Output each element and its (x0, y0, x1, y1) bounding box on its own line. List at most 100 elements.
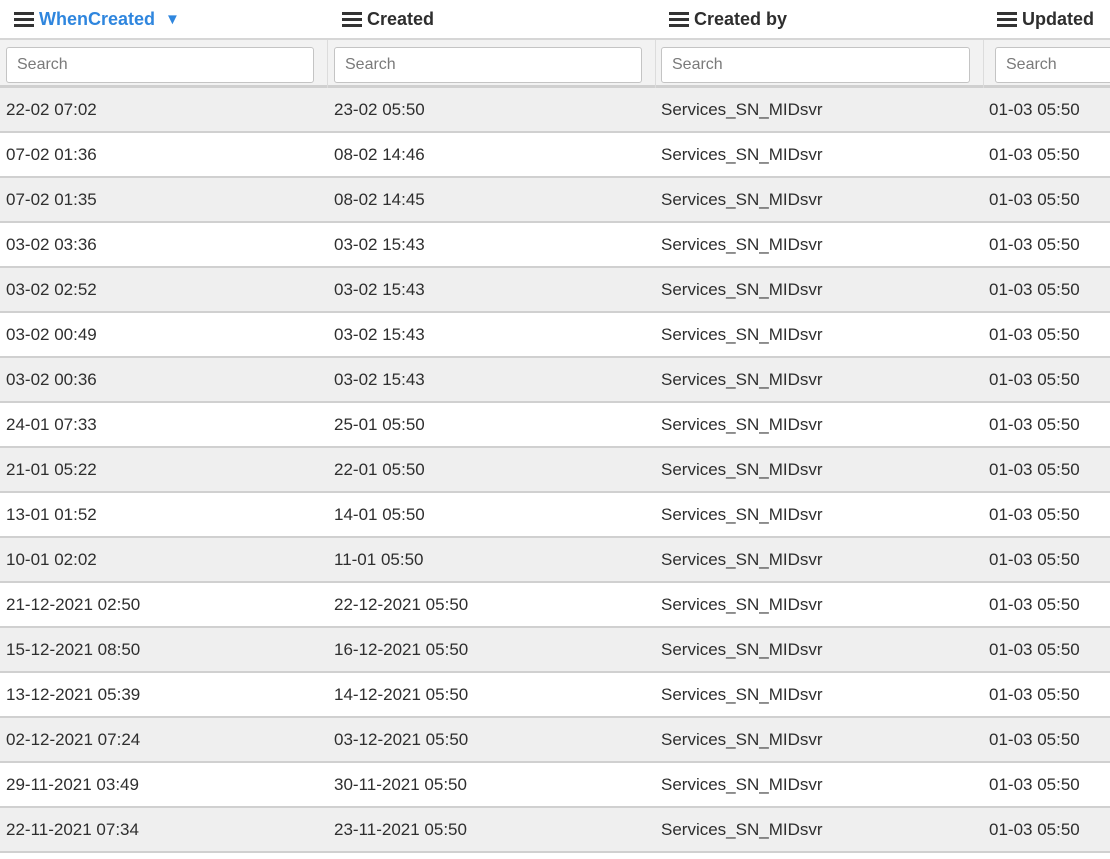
cell-whencreated: 03-02 02:52 (6, 280, 97, 299)
cell-updated: 01-03 05:50 (989, 640, 1080, 659)
cell-created: 14-01 05:50 (334, 505, 425, 524)
cell-updated: 01-03 05:50 (989, 730, 1080, 749)
table-row[interactable]: 07-02 01:35 08-02 14:45 Services_SN_MIDsvr… (0, 178, 1110, 223)
cell-created-by: Services_SN_MIDsvr (661, 685, 823, 704)
column-header-updated[interactable]: Updated (997, 0, 1094, 38)
cell-created-by: Services_SN_MIDsvr (661, 100, 823, 119)
table-row[interactable]: 22-11-2021 07:34 23-11-2021 05:50 Services… (0, 808, 1110, 853)
cell-created-by: Services_SN_MIDsvr (661, 550, 823, 569)
filter-cell-created (328, 40, 656, 88)
table-row[interactable]: 03-02 00:49 03-02 15:43 Services_SN_MIDsvr… (0, 313, 1110, 358)
records-table: WhenCreated ▼ Created Created by Updated (0, 0, 1110, 859)
cell-created-by: Services_SN_MIDsvr (661, 190, 823, 209)
column-menu-icon[interactable] (342, 11, 362, 27)
table-row[interactable]: 02-12-2021 07:24 03-12-2021 05:50 Services… (0, 718, 1110, 763)
column-menu-icon[interactable] (997, 11, 1017, 27)
cell-created: 03-02 15:43 (334, 370, 425, 389)
cell-created-by: Services_SN_MIDsvr (661, 505, 823, 524)
cell-created: 22-01 05:50 (334, 460, 425, 479)
cell-updated: 01-03 05:50 (989, 235, 1080, 254)
column-header-created[interactable]: Created (342, 0, 434, 38)
cell-created-by: Services_SN_MIDsvr (661, 775, 823, 794)
cell-updated: 01-03 05:50 (989, 595, 1080, 614)
table-row[interactable]: 10-01 02:02 11-01 05:50 Services_SN_MIDsvr… (0, 538, 1110, 583)
cell-whencreated: 21-12-2021 02:50 (6, 595, 141, 614)
search-input-created-by[interactable] (661, 47, 970, 83)
cell-updated: 01-03 05:50 (989, 415, 1080, 434)
cell-whencreated: 10-01 02:02 (6, 550, 97, 569)
cell-updated: 01-03 05:50 (989, 190, 1080, 209)
cell-whencreated: 07-02 01:35 (6, 190, 97, 209)
column-header-label: Updated (1022, 8, 1094, 29)
cell-updated: 01-03 05:50 (989, 370, 1080, 389)
cell-updated: 01-03 05:50 (989, 775, 1080, 794)
cell-created-by: Services_SN_MIDsvr (661, 460, 823, 479)
cell-updated: 01-03 05:50 (989, 325, 1080, 344)
table-row[interactable]: 22-02 07:02 23-02 05:50 Services_SN_MIDsvr… (0, 88, 1110, 133)
cell-created-by: Services_SN_MIDsvr (661, 145, 823, 164)
cell-created: 23-11-2021 05:50 (334, 820, 467, 839)
cell-updated: 01-03 05:50 (989, 685, 1080, 704)
cell-whencreated: 22-02 07:02 (6, 100, 97, 119)
cell-created: 03-02 15:43 (334, 325, 425, 344)
filter-cell-whencreated (0, 40, 328, 88)
cell-created: 30-11-2021 05:50 (334, 775, 467, 794)
table-row[interactable]: 21-01 05:22 22-01 05:50 Services_SN_MIDsvr… (0, 448, 1110, 493)
cell-created: 14-12-2021 05:50 (334, 685, 469, 704)
table-row[interactable]: 03-02 03:36 03-02 15:43 Services_SN_MIDsvr… (0, 223, 1110, 268)
cell-whencreated: 15-12-2021 08:50 (6, 640, 141, 659)
cell-created-by: Services_SN_MIDsvr (661, 730, 823, 749)
table-row[interactable]: 13-01 01:52 14-01 05:50 Services_SN_MIDsvr… (0, 493, 1110, 538)
cell-created: 11-01 05:50 (334, 550, 424, 569)
column-menu-icon[interactable] (669, 11, 689, 27)
cell-updated: 01-03 05:50 (989, 145, 1080, 164)
cell-created-by: Services_SN_MIDsvr (661, 415, 823, 434)
table-row[interactable]: 13-12-2021 05:39 14-12-2021 05:50 Services… (0, 673, 1110, 718)
column-header-whencreated[interactable]: WhenCreated ▼ (14, 0, 180, 38)
cell-created-by: Services_SN_MIDsvr (661, 325, 823, 344)
table-row[interactable]: 15-12-2021 08:50 16-12-2021 05:50 Services… (0, 628, 1110, 673)
cell-created: 25-01 05:50 (334, 415, 425, 434)
cell-created: 23-02 05:50 (334, 100, 425, 119)
cell-whencreated: 03-02 03:36 (6, 235, 97, 254)
cell-whencreated: 24-01 07:33 (6, 415, 97, 434)
filter-cell-created-by (656, 40, 984, 88)
search-input-whencreated[interactable] (6, 47, 314, 83)
table-row[interactable]: 07-02 01:36 08-02 14:46 Services_SN_MIDsvr… (0, 133, 1110, 178)
column-header-created-by[interactable]: Created by (669, 0, 787, 38)
cell-created: 08-02 14:45 (334, 190, 425, 209)
cell-created-by: Services_SN_MIDsvr (661, 640, 823, 659)
cell-whencreated: 07-02 01:36 (6, 145, 97, 164)
cell-whencreated: 22-11-2021 07:34 (6, 820, 139, 839)
table-row[interactable]: 29-11-2021 03:49 30-11-2021 05:50 Services… (0, 763, 1110, 808)
cell-updated: 01-03 05:50 (989, 460, 1080, 479)
cell-whencreated: 29-11-2021 03:49 (6, 775, 139, 794)
cell-created-by: Services_SN_MIDsvr (661, 280, 823, 299)
cell-created: 03-02 15:43 (334, 280, 425, 299)
cell-created: 08-02 14:46 (334, 145, 425, 164)
cell-whencreated: 13-01 01:52 (6, 505, 97, 524)
cell-created: 03-02 15:43 (334, 235, 425, 254)
cell-updated: 01-03 05:50 (989, 820, 1080, 839)
sort-descending-icon[interactable]: ▼ (165, 11, 180, 28)
cell-created-by: Services_SN_MIDsvr (661, 235, 823, 254)
column-header-label: Created by (694, 8, 788, 29)
cell-created-by: Services_SN_MIDsvr (661, 370, 823, 389)
table-row[interactable]: 03-02 02:52 03-02 15:43 Services_SN_MIDsvr… (0, 268, 1110, 313)
table-row[interactable]: 21-12-2021 02:50 22-12-2021 05:50 Services… (0, 583, 1110, 628)
table-header-row: WhenCreated ▼ Created Created by Updated (0, 0, 1110, 40)
table-row[interactable]: 03-02 00:36 03-02 15:43 Services_SN_MIDsvr… (0, 358, 1110, 403)
cell-created: 16-12-2021 05:50 (334, 640, 469, 659)
cell-updated: 01-03 05:50 (989, 280, 1080, 299)
table-row[interactable]: 24-01 07:33 25-01 05:50 Services_SN_MIDsvr… (0, 403, 1110, 448)
column-header-label: WhenCreated (39, 8, 156, 29)
cell-created: 22-12-2021 05:50 (334, 595, 469, 614)
column-menu-icon[interactable] (14, 11, 34, 27)
cell-whencreated: 02-12-2021 07:24 (6, 730, 141, 749)
filter-row (0, 40, 1110, 88)
search-input-updated[interactable] (995, 47, 1110, 83)
search-input-created[interactable] (334, 47, 642, 83)
cell-created-by: Services_SN_MIDsvr (661, 820, 823, 839)
cell-whencreated: 21-01 05:22 (6, 460, 97, 479)
cell-updated: 01-03 05:50 (989, 550, 1080, 569)
